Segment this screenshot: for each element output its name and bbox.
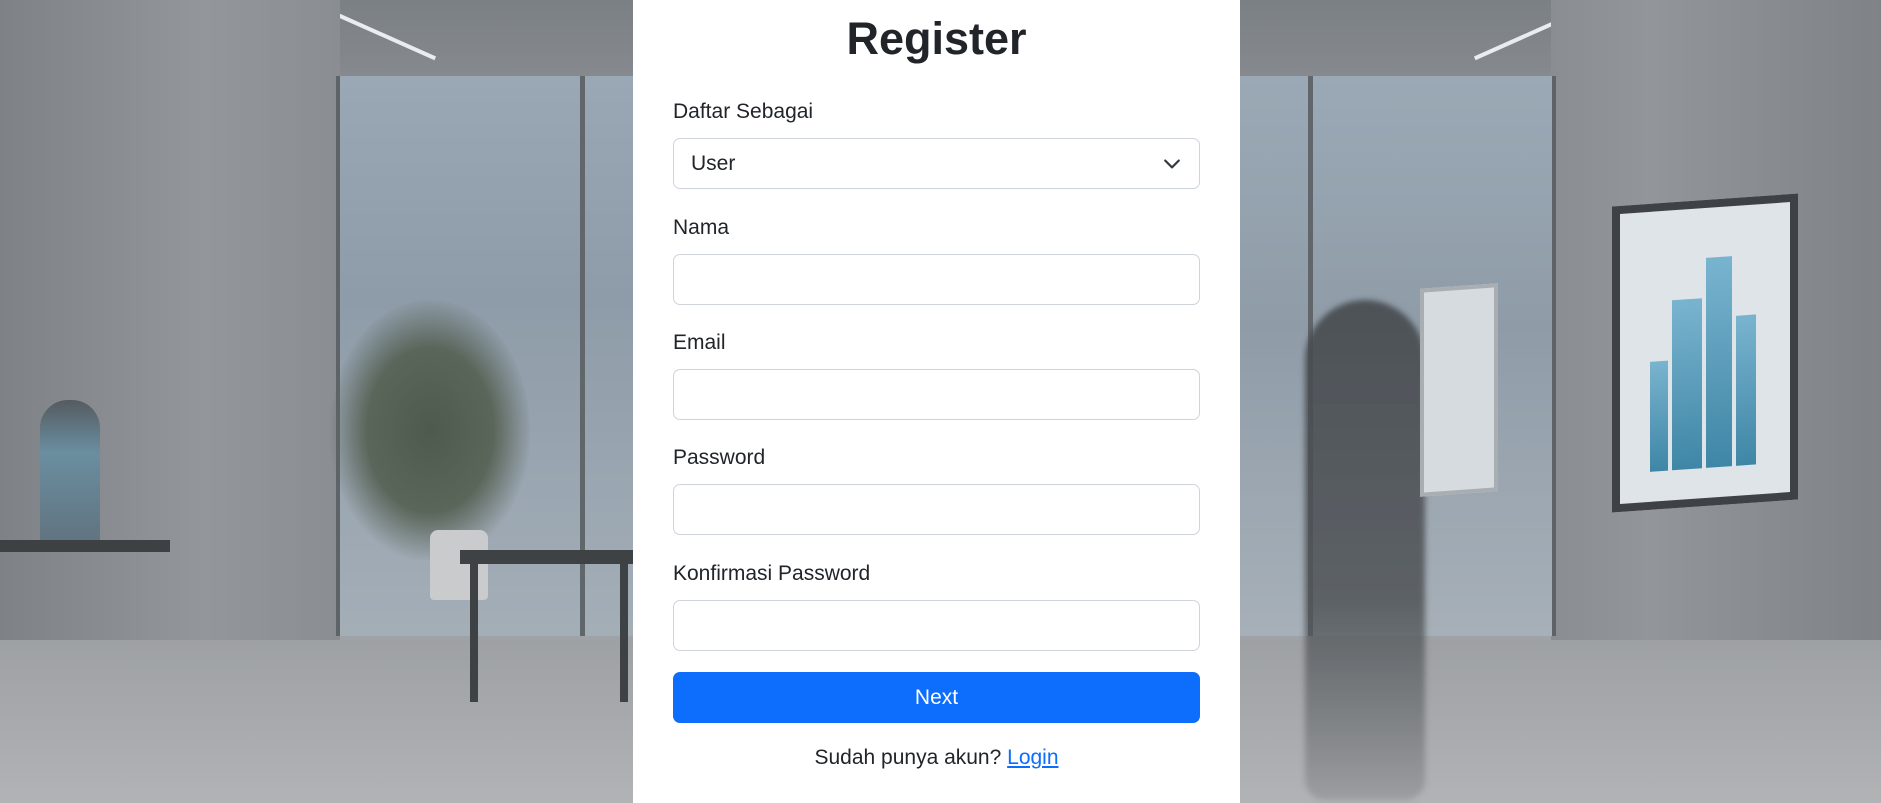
art-tower (1706, 256, 1732, 468)
name-input[interactable] (673, 254, 1200, 305)
table (460, 550, 660, 564)
table-leg (620, 562, 628, 702)
login-link[interactable]: Login (1007, 746, 1058, 769)
desk (0, 540, 170, 552)
art-tower (1736, 314, 1756, 466)
role-selected-value: User (691, 151, 736, 175)
art-tower (1672, 298, 1702, 471)
page-title: Register (846, 13, 1027, 64)
name-field: Nama (673, 214, 1200, 305)
password-label: Password (673, 446, 766, 469)
password-input[interactable] (673, 484, 1200, 535)
next-button[interactable]: Next (673, 672, 1200, 723)
art-tower (1650, 360, 1668, 472)
email-input[interactable] (673, 369, 1200, 420)
password-field: Password (673, 444, 1200, 535)
role-select[interactable]: User (673, 138, 1200, 189)
name-label: Nama (673, 216, 730, 239)
confirm-password-label: Konfirmasi Password (673, 562, 871, 585)
person-figure (40, 400, 100, 550)
email-field: Email (673, 329, 1200, 420)
confirm-password-input[interactable] (673, 600, 1200, 651)
email-label: Email (673, 331, 726, 354)
blurred-person-figure (1305, 300, 1425, 800)
register-panel: Register Daftar Sebagai User Nama Email … (633, 0, 1240, 803)
wall-art-small (1420, 283, 1498, 497)
role-field: Daftar Sebagai User (673, 98, 1200, 189)
plant (330, 300, 530, 560)
login-prompt: Sudah punya akun? Login (633, 746, 1240, 770)
role-label: Daftar Sebagai (673, 100, 814, 123)
login-prompt-text: Sudah punya akun? (814, 746, 1002, 769)
chair (430, 530, 488, 600)
chevron-down-icon (1164, 159, 1180, 168)
table-leg (470, 562, 478, 702)
confirm-password-field: Konfirmasi Password (673, 560, 1200, 651)
wall-art-large (1612, 193, 1798, 513)
